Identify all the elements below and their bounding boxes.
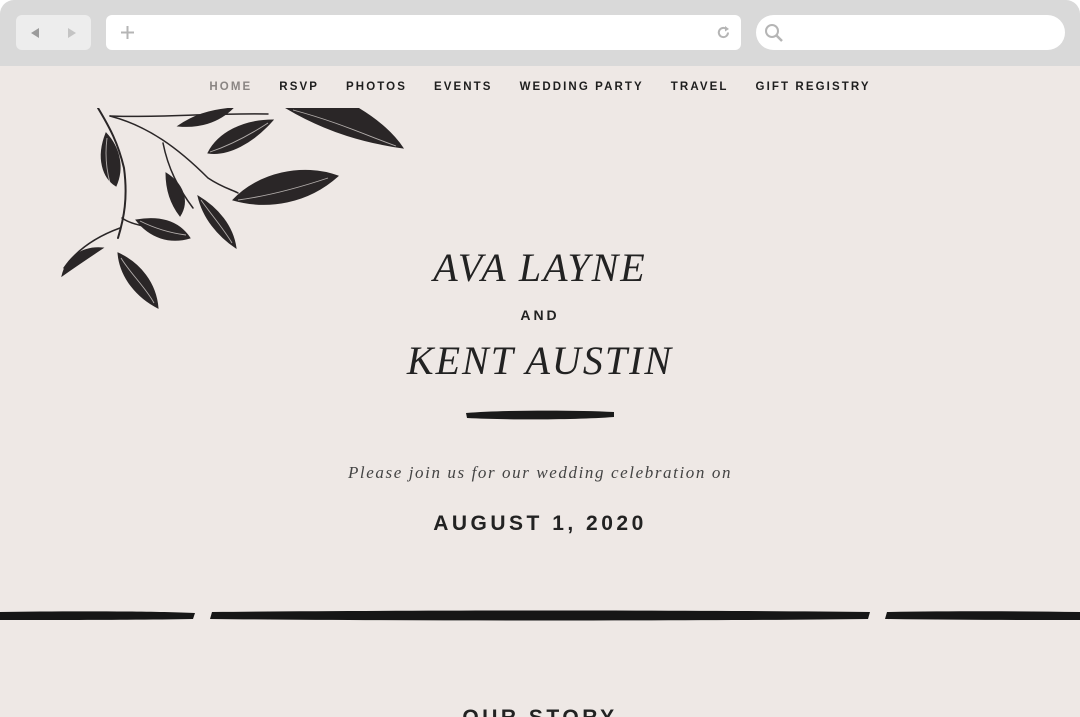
search-input[interactable] [756,15,1065,50]
back-button[interactable] [16,15,54,50]
forward-button[interactable] [54,15,92,50]
partner-two-name: KENT AUSTIN [406,338,674,383]
our-story-heading: OUR STORY [0,706,1080,717]
search-icon [765,24,783,42]
back-arrow-icon [30,27,39,38]
history-buttons [16,15,91,50]
wedding-date: AUGUST 1, 2020 [433,512,647,535]
nav-item-photos[interactable]: PHOTOS [346,79,407,97]
partner-one-name: AVA LAYNE [433,245,647,290]
nav-item-travel[interactable]: TRAVEL [671,79,729,97]
conjunction-text: AND [520,307,560,323]
plus-icon[interactable] [119,24,136,41]
site-navigation: HOME RSVP PHOTOS EVENTS WEDDING PARTY TRAVEL G… [0,79,1080,97]
address-bar[interactable] [106,15,741,50]
browser-chrome [0,0,1080,66]
section-divider [0,610,1080,621]
nav-item-gift-registry[interactable]: GIFT REGISTRY [756,79,871,97]
nav-item-rsvp[interactable]: RSVP [279,79,319,97]
nav-item-events[interactable]: EVENTS [434,79,493,97]
reload-icon[interactable] [715,24,732,41]
wedding-website-page: HOME RSVP PHOTOS EVENTS WEDDING PARTY TRAVEL G… [0,66,1080,717]
forward-arrow-icon [68,27,77,38]
invitation-text: Please join us for our wedding celebrati… [347,463,733,482]
nav-item-home[interactable]: HOME [209,79,252,97]
brush-stroke-divider [466,410,614,420]
nav-item-wedding-party[interactable]: WEDDING PARTY [520,79,644,97]
